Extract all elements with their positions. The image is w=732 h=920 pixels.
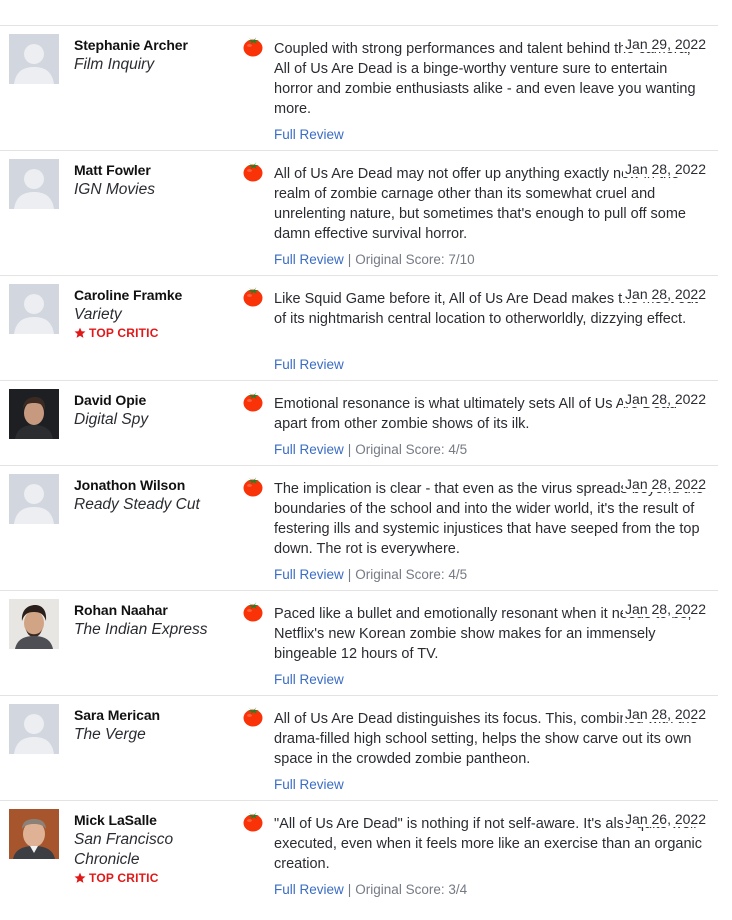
- critic-avatar[interactable]: [9, 389, 59, 439]
- critic-avatar[interactable]: [9, 809, 59, 859]
- fresh-tomato-icon: [243, 162, 263, 182]
- review-date: Jan 28, 2022: [623, 161, 706, 177]
- review-row: Jonathon Wilson Ready Steady Cut The imp…: [0, 466, 718, 591]
- publication-name[interactable]: San Francisco Chronicle: [74, 830, 234, 870]
- publication-name[interactable]: Ready Steady Cut: [74, 495, 234, 515]
- review-meta: Full Review: [274, 357, 344, 373]
- fresh-tomato-icon: [243, 812, 263, 832]
- top-critic-badge: TOP CRITIC: [74, 871, 234, 885]
- meta-separator: |: [347, 882, 352, 897]
- review-meta: Full Review: [274, 777, 344, 793]
- fresh-tomato-icon: [243, 707, 263, 727]
- original-score: Original Score: 3/4: [355, 882, 468, 897]
- review-row: Matt Fowler IGN Movies All of Us Are Dea…: [0, 151, 718, 276]
- full-review-link[interactable]: Full Review: [274, 567, 344, 582]
- full-review-link[interactable]: Full Review: [274, 252, 344, 267]
- critic-name[interactable]: David Opie: [74, 392, 234, 408]
- publication-name[interactable]: The Indian Express: [74, 620, 234, 640]
- critic-info: Jonathon Wilson Ready Steady Cut: [74, 477, 234, 515]
- review-date: Jan 26, 2022: [623, 811, 706, 827]
- critic-info: Rohan Naahar The Indian Express: [74, 602, 234, 640]
- publication-name[interactable]: IGN Movies: [74, 180, 234, 200]
- critic-info: Stephanie Archer Film Inquiry: [74, 37, 234, 75]
- critic-info: David Opie Digital Spy: [74, 392, 234, 430]
- fresh-tomato-icon: [243, 37, 263, 57]
- review-meta: Full Review | Original Score: 3/4: [274, 882, 467, 898]
- top-critic-label: TOP CRITIC: [89, 326, 159, 340]
- critic-photo: [9, 599, 59, 649]
- top-critic-label: TOP CRITIC: [89, 871, 159, 885]
- critic-avatar[interactable]: [9, 474, 59, 524]
- critic-photo: [9, 389, 59, 439]
- review-date: Jan 28, 2022: [623, 286, 706, 302]
- original-score: Original Score: 4/5: [355, 442, 468, 457]
- fresh-tomato-icon: [243, 477, 263, 497]
- critic-avatar[interactable]: [9, 704, 59, 754]
- fresh-tomato-icon: [243, 602, 263, 622]
- original-score: Original Score: 4/5: [355, 567, 468, 582]
- review-row: David Opie Digital Spy Emotional resonan…: [0, 381, 718, 466]
- user-silhouette-icon: [9, 284, 59, 334]
- star-icon: [74, 327, 86, 338]
- critic-avatar[interactable]: [9, 284, 59, 334]
- full-review-link[interactable]: Full Review: [274, 127, 344, 142]
- review-meta: Full Review: [274, 127, 344, 143]
- review-row: Caroline Framke Variety TOP CRITIC Like …: [0, 276, 718, 381]
- review-meta: Full Review | Original Score: 4/5: [274, 442, 467, 458]
- review-row: Sara Merican The Verge All of Us Are Dea…: [0, 696, 718, 801]
- publication-name[interactable]: Film Inquiry: [74, 55, 234, 75]
- meta-separator: |: [347, 252, 352, 267]
- meta-separator: |: [347, 567, 352, 582]
- critic-name[interactable]: Rohan Naahar: [74, 602, 234, 618]
- user-silhouette-icon: [9, 34, 59, 84]
- critic-name[interactable]: Stephanie Archer: [74, 37, 234, 53]
- critic-name[interactable]: Mick LaSalle: [74, 812, 234, 828]
- review-row: Stephanie Archer Film Inquiry Coupled wi…: [0, 26, 718, 151]
- review-date: Jan 28, 2022: [623, 601, 706, 617]
- fresh-tomato-icon: [243, 287, 263, 307]
- full-review-link[interactable]: Full Review: [274, 882, 344, 897]
- critic-name[interactable]: Matt Fowler: [74, 162, 234, 178]
- review-meta: Full Review | Original Score: 7/10: [274, 252, 475, 268]
- critic-info: Matt Fowler IGN Movies: [74, 162, 234, 200]
- publication-name[interactable]: The Verge: [74, 725, 234, 745]
- review-meta: Full Review | Original Score: 4/5: [274, 567, 467, 583]
- critic-info: Mick LaSalle San Francisco Chronicle TOP…: [74, 812, 234, 885]
- star-icon: [74, 872, 86, 883]
- user-silhouette-icon: [9, 474, 59, 524]
- review-date: Jan 28, 2022: [623, 391, 706, 407]
- review-row: Mick LaSalle San Francisco Chronicle TOP…: [0, 801, 718, 915]
- review-date: Jan 28, 2022: [623, 476, 706, 492]
- critic-name[interactable]: Caroline Framke: [74, 287, 234, 303]
- full-review-link[interactable]: Full Review: [274, 777, 344, 792]
- review-row: Rohan Naahar The Indian Express Paced li…: [0, 591, 718, 696]
- critic-info: Sara Merican The Verge: [74, 707, 234, 745]
- critic-avatar[interactable]: [9, 34, 59, 84]
- critic-reviews-list: Stephanie Archer Film Inquiry Coupled wi…: [0, 25, 718, 915]
- full-review-link[interactable]: Full Review: [274, 357, 344, 372]
- critic-info: Caroline Framke Variety TOP CRITIC: [74, 287, 234, 340]
- critic-photo: [9, 809, 59, 859]
- meta-separator: |: [347, 442, 352, 457]
- critic-avatar[interactable]: [9, 599, 59, 649]
- top-critic-badge: TOP CRITIC: [74, 326, 234, 340]
- full-review-link[interactable]: Full Review: [274, 672, 344, 687]
- fresh-tomato-icon: [243, 392, 263, 412]
- original-score: Original Score: 7/10: [355, 252, 475, 267]
- critic-name[interactable]: Sara Merican: [74, 707, 234, 723]
- review-meta: Full Review: [274, 672, 344, 688]
- user-silhouette-icon: [9, 704, 59, 754]
- review-date: Jan 29, 2022: [623, 36, 706, 52]
- publication-name[interactable]: Digital Spy: [74, 410, 234, 430]
- critic-avatar[interactable]: [9, 159, 59, 209]
- publication-name[interactable]: Variety: [74, 305, 234, 325]
- full-review-link[interactable]: Full Review: [274, 442, 344, 457]
- review-date: Jan 28, 2022: [623, 706, 706, 722]
- critic-name[interactable]: Jonathon Wilson: [74, 477, 234, 493]
- user-silhouette-icon: [9, 159, 59, 209]
